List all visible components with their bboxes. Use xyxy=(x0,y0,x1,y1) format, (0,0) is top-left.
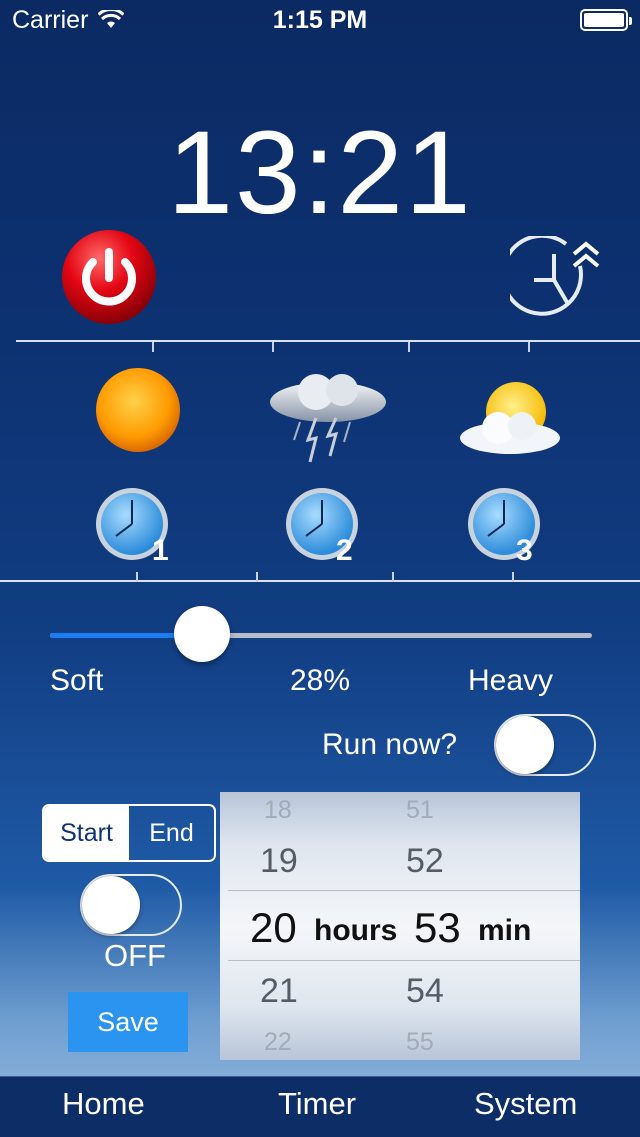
picker-selection-line xyxy=(228,890,580,891)
alarm-number: 1 xyxy=(152,534,169,567)
divider-tick xyxy=(408,342,410,352)
picker-hours-unit: hours xyxy=(314,914,398,947)
alarm-3-button[interactable]: 3 xyxy=(466,486,548,568)
clock-display: 13:21 xyxy=(167,107,473,239)
schedule-toggle-state: OFF xyxy=(104,938,166,973)
picker-selection-line xyxy=(228,960,580,961)
toggle-knob xyxy=(82,876,140,934)
divider-tick xyxy=(272,342,274,352)
slider-value-label: 28% xyxy=(290,664,351,697)
divider xyxy=(16,340,640,342)
clock-up-icon xyxy=(501,233,600,316)
tab-home[interactable]: Home xyxy=(62,1086,145,1122)
alarm-clock-icon xyxy=(468,488,540,560)
start-end-segmented-control[interactable]: Start End xyxy=(42,804,216,862)
power-icon xyxy=(62,230,156,324)
divider xyxy=(0,580,640,582)
alarm-clock-icon xyxy=(286,488,358,560)
picker-minute[interactable]: 54 xyxy=(406,972,444,1011)
power-button[interactable] xyxy=(60,228,158,326)
battery-icon xyxy=(580,9,632,31)
schedule-toggle[interactable] xyxy=(80,874,182,936)
picker-hour[interactable]: 18 xyxy=(264,796,292,825)
picker-minutes-unit: min xyxy=(478,914,532,947)
divider-tick xyxy=(152,342,154,352)
save-button[interactable]: Save xyxy=(68,992,188,1052)
toggle-knob xyxy=(496,716,554,774)
picker-hour[interactable]: 21 xyxy=(260,972,298,1011)
picker-minute[interactable]: 51 xyxy=(406,796,434,825)
slider-max-label: Heavy xyxy=(468,664,554,697)
picker-hour[interactable]: 19 xyxy=(260,842,298,881)
segment-start[interactable]: Start xyxy=(44,806,129,860)
sun-icon xyxy=(96,368,180,452)
run-now-toggle[interactable] xyxy=(494,714,596,776)
time-picker[interactable]: 18 19 20 21 22 hours 51 52 53 54 55 min xyxy=(220,792,580,1060)
picker-minute-selected[interactable]: 53 xyxy=(414,904,461,952)
weather-item-2[interactable] xyxy=(266,370,392,472)
tab-timer[interactable]: Timer xyxy=(278,1086,356,1122)
divider-tick xyxy=(136,572,138,582)
run-now-label: Run now? xyxy=(322,728,458,761)
divider-tick xyxy=(528,342,530,352)
alarm-number: 3 xyxy=(516,534,533,567)
divider-tick xyxy=(392,572,394,582)
weather-item-3[interactable] xyxy=(458,380,566,464)
intensity-slider-thumb[interactable] xyxy=(174,606,230,662)
weather-item-1[interactable] xyxy=(94,366,182,454)
storm-cloud-icon xyxy=(270,374,386,463)
divider-tick xyxy=(256,572,258,582)
alarm-2-button[interactable]: 2 xyxy=(284,486,366,568)
slider-min-label: Soft xyxy=(50,664,104,697)
segment-end[interactable]: End xyxy=(129,806,214,860)
status-time: 1:15 PM xyxy=(272,6,368,34)
picker-minute[interactable]: 55 xyxy=(406,1028,434,1057)
picker-minute[interactable]: 52 xyxy=(406,842,444,881)
alarm-1-button[interactable]: 1 xyxy=(94,486,176,568)
clock-up-button[interactable] xyxy=(501,233,602,320)
partly-cloudy-icon xyxy=(460,382,560,454)
status-bar: Carrier 1:15 PM xyxy=(0,0,640,40)
divider-tick xyxy=(512,572,514,582)
alarm-number: 2 xyxy=(336,534,353,567)
picker-hour-selected[interactable]: 20 xyxy=(250,904,297,952)
picker-hour[interactable]: 22 xyxy=(264,1028,292,1057)
tab-system[interactable]: System xyxy=(474,1086,577,1122)
